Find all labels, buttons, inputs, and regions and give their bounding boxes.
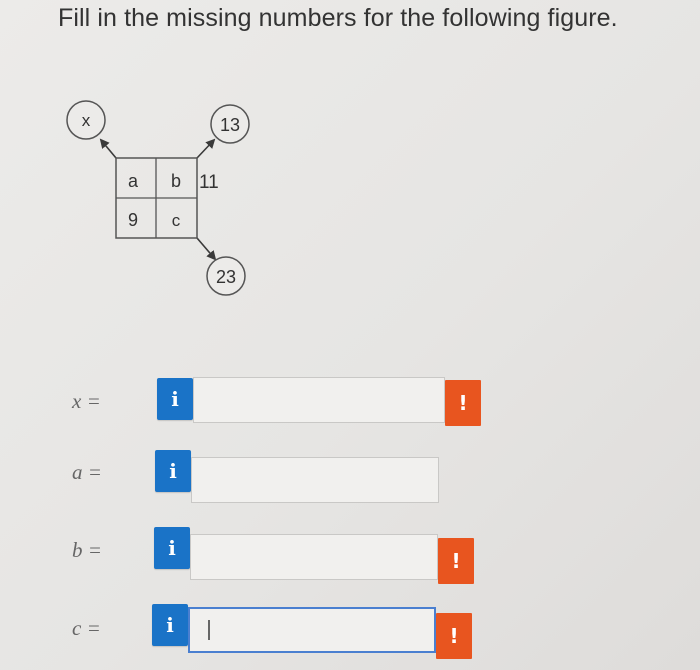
answer-input-b[interactable] xyxy=(190,534,438,580)
warning-icon-c[interactable]: ! xyxy=(436,613,472,659)
info-icon-b[interactable]: i xyxy=(154,527,190,569)
label-b: b = xyxy=(72,538,102,562)
text-caret xyxy=(208,620,210,640)
grid-cell-b: b xyxy=(171,171,181,191)
warning-icon-x[interactable]: ! xyxy=(445,380,481,426)
info-icon-c[interactable]: i xyxy=(152,604,188,646)
side-value-11: 11 xyxy=(199,172,219,193)
info-icon-x[interactable]: i xyxy=(157,378,193,420)
label-x: x = xyxy=(72,389,101,413)
answer-input-c[interactable] xyxy=(188,607,436,653)
grid-cell-c: c xyxy=(172,211,181,230)
label-a: a = xyxy=(72,460,102,484)
arrow-to-x xyxy=(99,138,117,159)
grid-cell-a: a xyxy=(128,171,139,191)
label-c: c = xyxy=(72,616,101,640)
number-figure: x 13 23 a b 9 c 11 xyxy=(66,100,250,296)
circle-x-label: x xyxy=(82,111,91,130)
answer-input-x[interactable] xyxy=(193,377,445,423)
info-icon-a[interactable]: i xyxy=(155,450,191,492)
circle-13-label: 13 xyxy=(220,115,240,135)
circle-23-label: 23 xyxy=(216,267,236,287)
answer-input-a[interactable] xyxy=(191,457,439,503)
grid-cell-9: 9 xyxy=(128,210,138,230)
warning-icon-b[interactable]: ! xyxy=(438,538,474,584)
arrow-to-23 xyxy=(196,237,217,261)
arrow-to-13 xyxy=(196,138,216,159)
